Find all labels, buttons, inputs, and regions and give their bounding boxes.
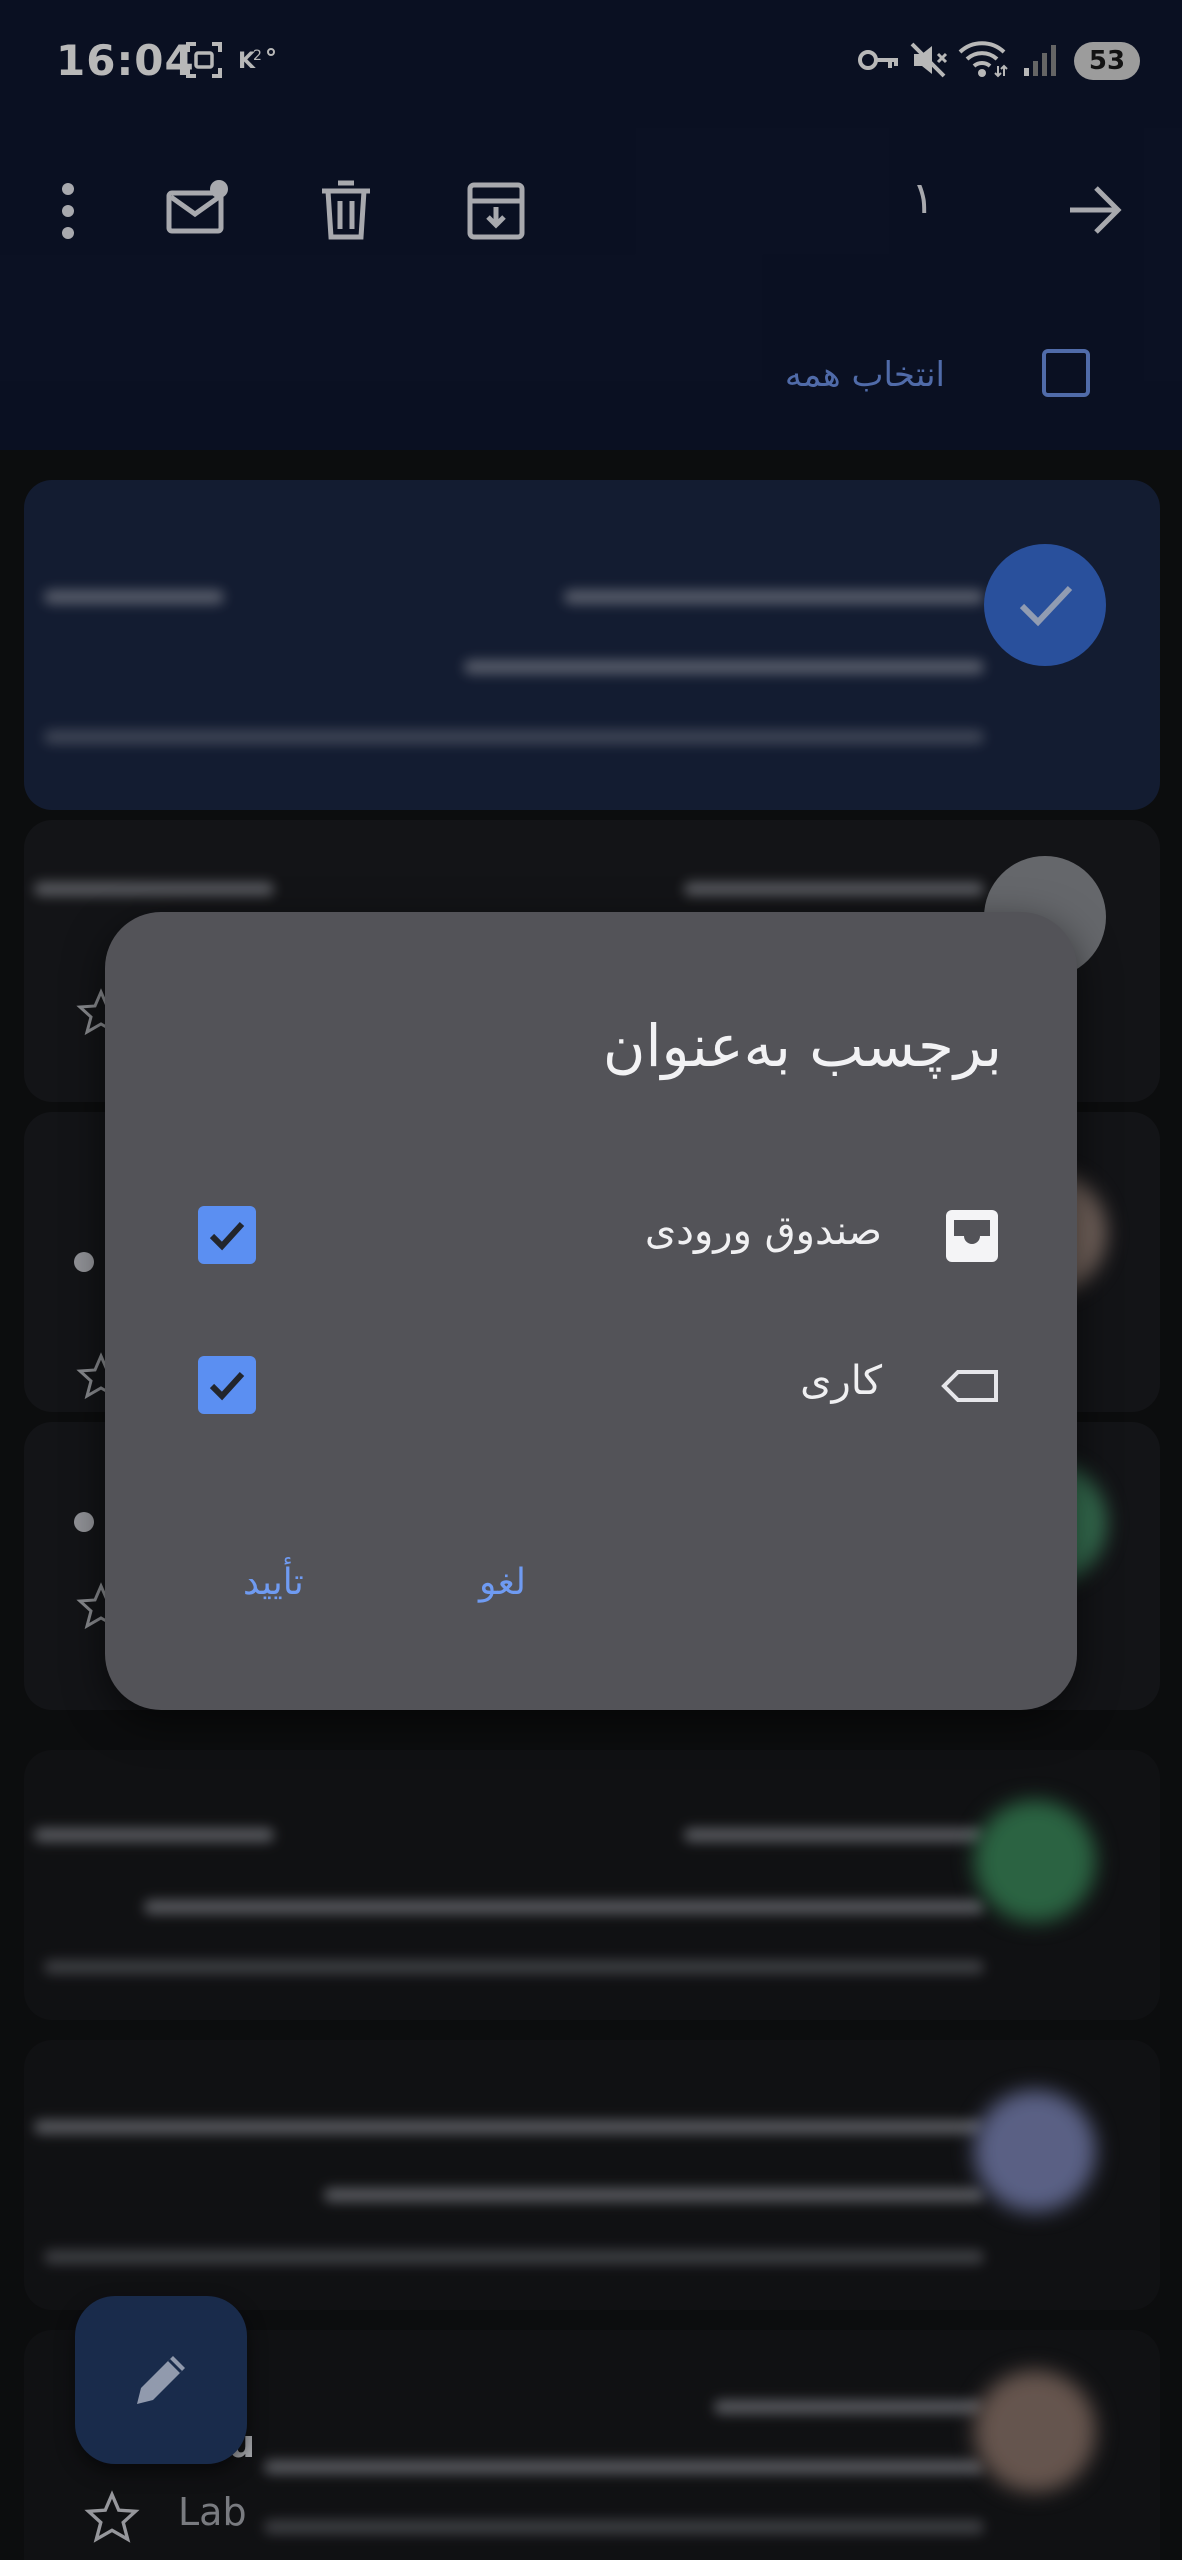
inbox-icon (942, 1206, 1002, 1270)
label-option-checkbox[interactable] (198, 1356, 256, 1414)
confirm-button[interactable]: تأیید (243, 1562, 304, 1603)
screen: 16:04 K2 53 (0, 0, 1182, 2560)
label-option-text: کاری (800, 1358, 882, 1404)
dialog-title: برچسب به‌عنوان (602, 1012, 1002, 1080)
label-option-work[interactable]: کاری (105, 1342, 1077, 1432)
dialog-actions: لغو تأیید (105, 1552, 1077, 1642)
label-option-inbox[interactable]: صندوق ورودی (105, 1192, 1077, 1282)
label-tag-icon (940, 1356, 1002, 1420)
label-option-text: صندوق ورودی (644, 1208, 882, 1254)
label-option-checkbox[interactable] (198, 1206, 256, 1264)
label-as-dialog: برچسب به‌عنوان صندوق ورودی کاری لغو تأیی… (105, 912, 1077, 1710)
cancel-button[interactable]: لغو (479, 1562, 526, 1603)
